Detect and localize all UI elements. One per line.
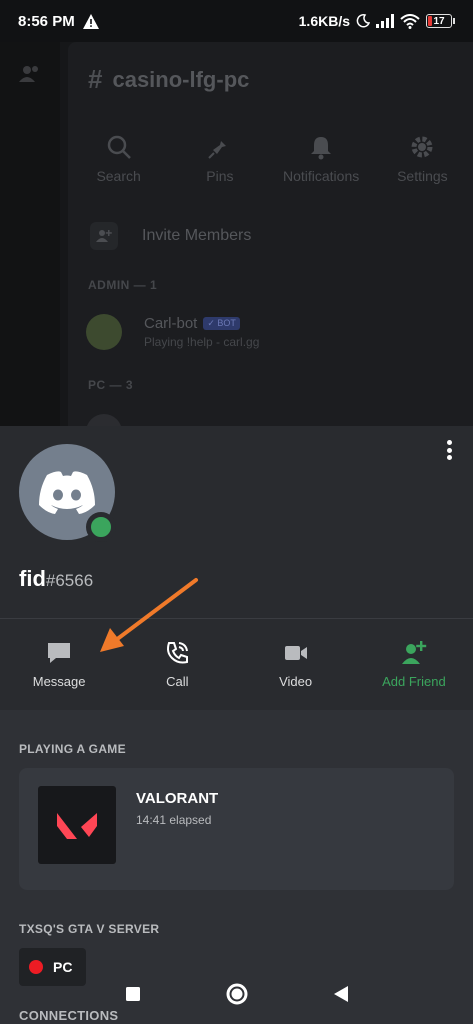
discriminator: #6566 [45,571,94,590]
member-row[interactable]: Carl-bot ✓ BOT Playing !help - carl.gg [86,314,259,350]
call-button[interactable]: Call [118,619,236,710]
tool-search[interactable]: Search [68,134,169,184]
invite-members[interactable]: Invite Members [90,222,251,250]
online-status-indicator [86,512,116,542]
server-rail [0,42,60,428]
home-button[interactable] [225,982,249,1006]
pin-icon [208,136,226,159]
channel-name: casino-lfg-pc [112,66,250,92]
warning-icon [82,13,99,29]
profile-actions: Message Call Video Add Friend [0,618,473,710]
search-icon [107,135,131,159]
tool-notifications[interactable]: Notifications [271,134,372,184]
moon-icon [356,14,370,28]
video-camera-icon [284,646,307,660]
more-options-button[interactable] [443,438,455,462]
bell-icon [311,137,332,160]
battery-level: 17 [433,15,445,27]
add-friend-button[interactable]: Add Friend [355,619,473,710]
square-icon [125,987,140,1001]
add-member-icon [90,222,118,250]
channel-toolbar: Search Pins Notifications Settings [68,134,473,184]
status-time: 8:56 PM [18,12,75,30]
member-name: Carl-bot [144,315,198,332]
bot-badge: ✓ BOT [203,317,240,330]
message-button[interactable]: Message [0,619,118,710]
recents-button[interactable] [121,982,145,1006]
member-avatar [86,314,122,350]
profile-header: fid#6566 [0,426,473,618]
wifi-icon [400,13,420,29]
call-label: Call [166,674,189,689]
network-speed: 1.6KB/s [298,13,350,29]
battery-icon: 17 [426,14,455,28]
message-label: Message [32,674,86,689]
video-label: Video [279,674,313,689]
server-heading: TXSQ'S GTA V SERVER [19,922,160,936]
member-status: Playing !help - carl.gg [144,335,260,349]
message-icon [48,643,71,663]
username-name: fid [19,566,46,591]
tool-label: Search [96,168,141,184]
hash-icon: # [88,64,103,94]
admin-section-label: ADMIN — 1 [88,278,158,292]
game-activity-card[interactable]: VALORANT 14:41 elapsed [19,768,454,890]
tool-settings[interactable]: Settings [372,134,473,184]
add-friend-label: Add Friend [382,674,446,689]
channel-panel: # casino-lfg-pc Search Pins Notification… [68,42,473,428]
video-button[interactable]: Video [237,619,355,710]
tool-label: Notifications [282,168,360,184]
channel-title: # casino-lfg-pc [88,64,249,95]
home-circle-icon [226,983,247,1005]
game-name: VALORANT [136,790,219,807]
game-elapsed: 14:41 elapsed [136,813,212,827]
valorant-logo-icon [38,786,116,864]
phone-icon [167,642,189,664]
pc-section-label: PC — 3 [88,378,134,392]
back-triangle-icon [333,986,348,1002]
signal-icon [376,14,394,28]
back-button[interactable] [329,982,353,1006]
tool-label: Pins [206,168,234,184]
discord-logo-icon [39,471,95,514]
invite-label: Invite Members [142,227,252,244]
status-bar: 8:56 PM 1.6KB/s 17 [0,0,473,42]
activity-heading: PLAYING A GAME [19,742,126,756]
user-profile-sheet: fid#6566 Message Call Video Add Friend P… [0,426,473,1024]
channel-background: # casino-lfg-pc Search Pins Notification… [0,42,473,428]
tool-pins[interactable]: Pins [169,134,270,184]
tool-label: Settings [397,168,448,184]
android-nav-bar [0,964,473,1024]
gear-icon [411,136,433,158]
friends-icon [19,66,38,82]
add-friend-icon [401,641,427,664]
username: fid#6566 [19,566,93,592]
